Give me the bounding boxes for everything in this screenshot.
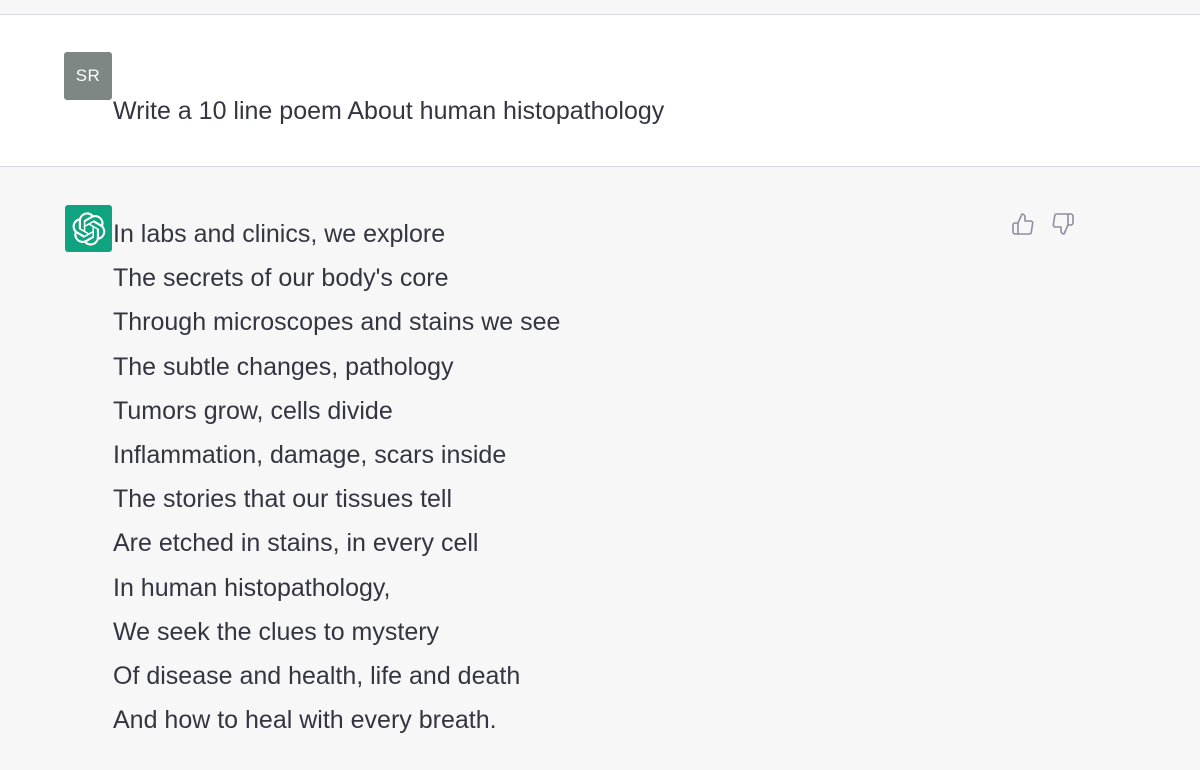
- poem-line: Inflammation, damage, scars inside: [113, 440, 507, 469]
- feedback-buttons: [1010, 211, 1076, 237]
- openai-logo-icon: [65, 205, 112, 252]
- poem-line: The secrets of our body's core: [113, 264, 449, 293]
- thumbs-down-button[interactable]: [1050, 211, 1076, 237]
- poem-line: We seek the clues to mystery: [113, 617, 440, 646]
- top-strip: [0, 0, 1200, 15]
- thumbs-down-icon: [1052, 213, 1074, 235]
- poem-line: Are etched in stains, in every cell: [113, 529, 479, 558]
- poem-line: Of disease and health, life and death: [113, 661, 521, 690]
- user-message-text: Write a 10 line poem About human histopa…: [113, 97, 665, 125]
- assistant-message-text: In labs and clinics, we explore The secr…: [113, 212, 560, 742]
- poem-line: In labs and clinics, we explore: [113, 220, 446, 248]
- thumbs-up-icon: [1012, 213, 1034, 235]
- poem-line: And how to heal with every breath.: [113, 706, 497, 735]
- assistant-message-row: In labs and clinics, we explore The secr…: [0, 167, 1200, 770]
- poem-line: Tumors grow, cells divide: [113, 396, 393, 425]
- poem-line: Through microscopes and stains we see: [113, 308, 561, 337]
- user-message-row: SR Write a 10 line poem About human hist…: [0, 15, 1200, 167]
- poem-line: The stories that our tissues tell: [113, 485, 453, 514]
- thumbs-up-button[interactable]: [1010, 211, 1036, 237]
- poem-line: In human histopathology,: [113, 573, 391, 602]
- user-avatar: SR: [64, 52, 112, 100]
- poem-line: The subtle changes, pathology: [113, 352, 454, 381]
